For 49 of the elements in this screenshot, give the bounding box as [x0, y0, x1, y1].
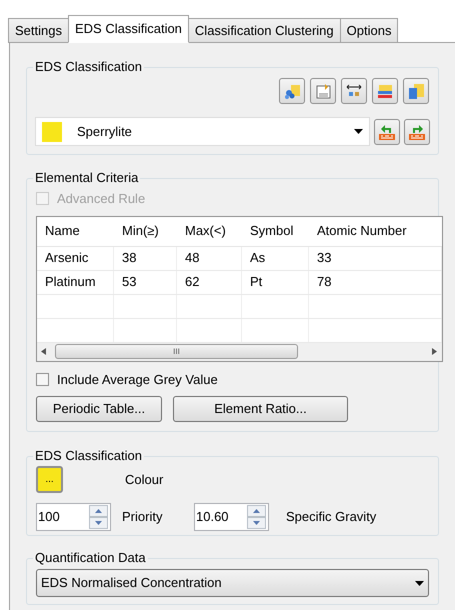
mineral-dropdown[interactable]: Sperrylite [35, 117, 370, 146]
spin-value: 100 [37, 508, 61, 526]
scroll-thumb[interactable]: III [55, 344, 298, 359]
column-header[interactable]: Min(≥) [114, 221, 177, 241]
tab[interactable]: EDS Classification [68, 15, 189, 43]
toolbar-icon [406, 81, 426, 101]
table-cell-text: Platinum [45, 273, 96, 292]
checkbox[interactable] [36, 372, 49, 386]
gravity-label: Specific Gravity [286, 508, 376, 526]
spinner-arrows-icon [247, 505, 266, 529]
checkbox-label: Advanced Rule [57, 190, 146, 208]
column-header[interactable]: Max(<) [177, 221, 242, 241]
xml-button[interactable] [374, 118, 400, 144]
tab[interactable]: Options [340, 18, 398, 43]
table-cell-text: 78 [317, 273, 332, 292]
dialog-button[interactable]: Element Ratio... [173, 396, 348, 422]
table-cell-text: 38 [122, 249, 136, 268]
column-header[interactable]: Atomic Number [309, 221, 442, 241]
dropdown-value: EDS Normalised Concentration [41, 574, 222, 592]
quantification-dropdown[interactable]: EDS Normalised Concentration [36, 569, 429, 597]
scroll-left-icon [41, 348, 47, 355]
dropdown-caret-icon [354, 129, 363, 134]
spin-box[interactable]: 10.60 [194, 503, 269, 531]
mineral-name: Sperrylite [77, 122, 133, 141]
group-title: Quantification Data [33, 550, 148, 566]
dropdown-caret-icon [415, 580, 424, 586]
horizontal-scrollbar[interactable]: III [37, 342, 442, 360]
table-cell-text: Pt [250, 273, 262, 292]
table-cell-text: Arsenic [45, 249, 88, 268]
table-cell-text: 53 [122, 273, 136, 292]
tab[interactable]: Classification Clustering [188, 18, 341, 43]
priority-label: Priority [122, 508, 164, 526]
table-cell-text: 33 [317, 249, 332, 268]
spinner-arrows-icon [89, 505, 108, 529]
column-header[interactable]: Symbol [242, 221, 309, 241]
table-cell-text: 62 [185, 273, 200, 292]
toolbar-button[interactable] [341, 78, 367, 104]
xml-button[interactable] [404, 118, 430, 144]
spin-value: 10.60 [195, 508, 230, 526]
scroll-right-icon [432, 348, 438, 355]
table-cell-text: As [250, 249, 266, 268]
dialog-button[interactable]: Periodic Table... [36, 396, 162, 422]
tab[interactable]: Settings [8, 18, 69, 43]
colour-label: Colour [125, 470, 164, 489]
column-header[interactable]: Name [37, 221, 114, 241]
table-cell-text: 48 [185, 249, 200, 268]
spin-box[interactable]: 100 [36, 503, 111, 531]
colour-button[interactable]: ... [36, 466, 63, 493]
checkbox-label: Include Average Grey Value [57, 370, 218, 389]
